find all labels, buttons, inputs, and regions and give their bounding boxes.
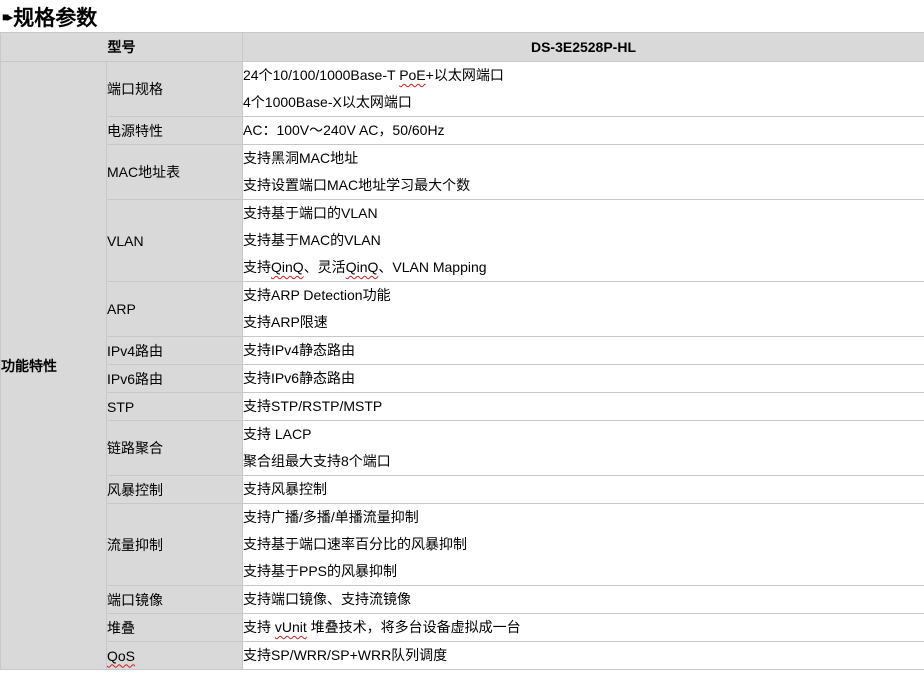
feature-label: IPv4路由 xyxy=(107,342,164,359)
feature-value: 支持 vUnit 堆叠技术，将多台设备虚拟成一台 xyxy=(242,613,924,642)
feature-name: VLAN xyxy=(106,199,243,282)
feature-label: 堆叠 xyxy=(107,619,135,636)
value-line: 支持IPv4静态路由 xyxy=(243,342,356,358)
feature-label: ARP xyxy=(107,301,136,317)
spec-row: 端口镜像 支持端口镜像、支持流镜像 xyxy=(1,585,924,614)
feature-name: 电源特性 xyxy=(106,116,243,145)
feature-label: 电源特性 xyxy=(107,122,163,139)
spec-table: 型号 DS-3E2528P-HL 功能特性 端口规格 24个10/100/1000B… xyxy=(0,32,924,670)
value-line: 支持广播/多播/单播流量抑制 xyxy=(243,509,419,525)
model-label: 型号 xyxy=(0,32,243,62)
feature-name: IPv6路由 xyxy=(106,364,243,393)
value-line: 支持QinQ、灵活QinQ、VLAN Mapping xyxy=(243,259,487,275)
feature-label: 流量抑制 xyxy=(107,536,163,553)
feature-label: 端口规格 xyxy=(107,81,163,97)
spec-row: 电源特性 AC：100V～240V AC，50/60Hz xyxy=(1,116,924,145)
feature-label: STP xyxy=(107,398,135,415)
spec-row: QoS 支持SP/WRR/SP+WRR队列调度 xyxy=(1,641,924,670)
section-title-text: 规格参数 xyxy=(13,7,98,30)
feature-name: IPv4路由 xyxy=(106,336,243,365)
feature-name: 堆叠 xyxy=(106,613,243,642)
value-line: 支持ARP限速 xyxy=(243,314,328,330)
spec-row: VLAN 支持基于端口的VLAN 支持基于MAC的VLAN 支持QinQ、灵活QinQ… xyxy=(1,199,924,282)
spec-row: IPv6路由 支持IPv6静态路由 xyxy=(1,364,924,393)
header-row: 型号 DS-3E2528P-HL xyxy=(0,32,924,62)
feature-label: 链路聚合 xyxy=(107,440,163,456)
value-line: 24个10/100/1000Base-T PoE+以太网端口 xyxy=(243,67,504,83)
spec-row: IPv4路由 支持IPv4静态路由 xyxy=(1,336,924,365)
feature-name: 流量抑制 xyxy=(106,503,243,586)
feature-value: AC：100V～240V AC，50/60Hz xyxy=(242,116,924,145)
feature-value: 支持 LACP 聚合组最大支持8个端口 xyxy=(242,420,924,476)
value-line: 支持ARP Detection功能 xyxy=(243,287,391,303)
value-line: AC：100V～240V AC，50/60Hz xyxy=(243,122,445,138)
spec-row: 流量抑制 支持广播/多播/单播流量抑制支持基于端口速率百分比的风暴抑制 支持基于PP… xyxy=(1,503,924,586)
value-line: 支持端口镜像、支持流镜像 xyxy=(243,591,411,607)
feature-value: 支持黑洞MAC地址支持设置端口MAC地址学习最大个数 xyxy=(242,144,924,200)
feature-label: IPv6路由 xyxy=(107,370,164,387)
value-line: 4个1000Base-X以太网端口 xyxy=(243,94,412,110)
feature-value: 支持ARP Detection功能 支持ARP限速 xyxy=(242,281,924,337)
spec-row: MAC地址表 支持黑洞MAC地址支持设置端口MAC地址学习最大个数 xyxy=(1,144,924,200)
feature-value: 支持IPv4静态路由 xyxy=(242,336,924,365)
section-title: ■▸ 规格参数 xyxy=(2,2,97,32)
feature-value: 支持广播/多播/单播流量抑制支持基于端口速率百分比的风暴抑制 支持基于PPS的风暴… xyxy=(242,503,924,586)
value-line: 支持设置端口MAC地址学习最大个数 xyxy=(243,177,471,193)
feature-value: 24个10/100/1000Base-T PoE+以太网端口 4个1000Base… xyxy=(242,61,924,117)
value-line: 聚合组最大支持8个端口 xyxy=(243,453,391,469)
feature-value: 支持端口镜像、支持流镜像 xyxy=(242,585,924,614)
feature-label: VLAN xyxy=(107,232,144,249)
feature-name: 端口规格 xyxy=(106,61,243,117)
value-line: 支持基于端口的VLAN xyxy=(243,205,378,221)
spec-row: 堆叠 支持 vUnit 堆叠技术，将多台设备虚拟成一台 xyxy=(1,613,924,642)
feature-label: 端口镜像 xyxy=(107,591,163,608)
spec-row: 链路聚合 支持 LACP 聚合组最大支持8个端口 xyxy=(1,420,924,476)
category-label: 功能特性 xyxy=(0,61,107,670)
spec-row: 风暴控制 支持风暴控制 xyxy=(1,475,924,504)
value-line: 支持STP/RSTP/MSTP xyxy=(243,398,383,414)
feature-name: 端口镜像 xyxy=(106,585,243,614)
model-value: DS-3E2528P-HL xyxy=(242,32,924,62)
feature-label: MAC地址表 xyxy=(107,164,181,180)
feature-value: 支持基于端口的VLAN 支持基于MAC的VLAN 支持QinQ、灵活QinQ、VLA… xyxy=(242,199,924,282)
spec-row: ARP 支持ARP Detection功能 支持ARP限速 xyxy=(1,281,924,337)
feature-label: 风暴控制 xyxy=(107,481,163,498)
feature-name: ARP xyxy=(106,281,243,337)
value-line: 支持基于PPS的风暴抑制 xyxy=(243,563,398,579)
feature-value: 支持SP/WRR/SP+WRR队列调度 xyxy=(242,641,924,670)
spec-row: 功能特性 端口规格 24个10/100/1000Base-T PoE+以太网端口 4个… xyxy=(0,61,924,670)
value-line: 支持风暴控制 xyxy=(243,481,327,497)
value-line: 支持SP/WRR/SP+WRR队列调度 xyxy=(243,647,448,663)
spec-row: STP 支持STP/RSTP/MSTP xyxy=(1,392,924,421)
value-line: 支持 LACP xyxy=(243,426,312,442)
value-line: 支持IPv6静态路由 xyxy=(243,370,356,386)
feature-label: QoS xyxy=(107,647,136,664)
feature-value: 支持STP/RSTP/MSTP xyxy=(242,392,924,421)
value-line: 支持 vUnit 堆叠技术，将多台设备虚拟成一台 xyxy=(243,619,521,635)
feature-name: 链路聚合 xyxy=(106,420,243,476)
value-line: 支持基于端口速率百分比的风暴抑制 xyxy=(243,536,467,552)
feature-name: MAC地址表 xyxy=(106,144,243,200)
feature-name: STP xyxy=(106,392,243,421)
bullet-icon: ■▸ xyxy=(2,10,13,24)
feature-name: QoS xyxy=(106,641,243,670)
value-line: 支持基于MAC的VLAN xyxy=(243,232,381,248)
feature-name: 风暴控制 xyxy=(106,475,243,504)
value-line: 支持黑洞MAC地址 xyxy=(243,150,359,166)
feature-value: 支持IPv6静态路由 xyxy=(242,364,924,393)
feature-value: 支持风暴控制 xyxy=(242,475,924,504)
